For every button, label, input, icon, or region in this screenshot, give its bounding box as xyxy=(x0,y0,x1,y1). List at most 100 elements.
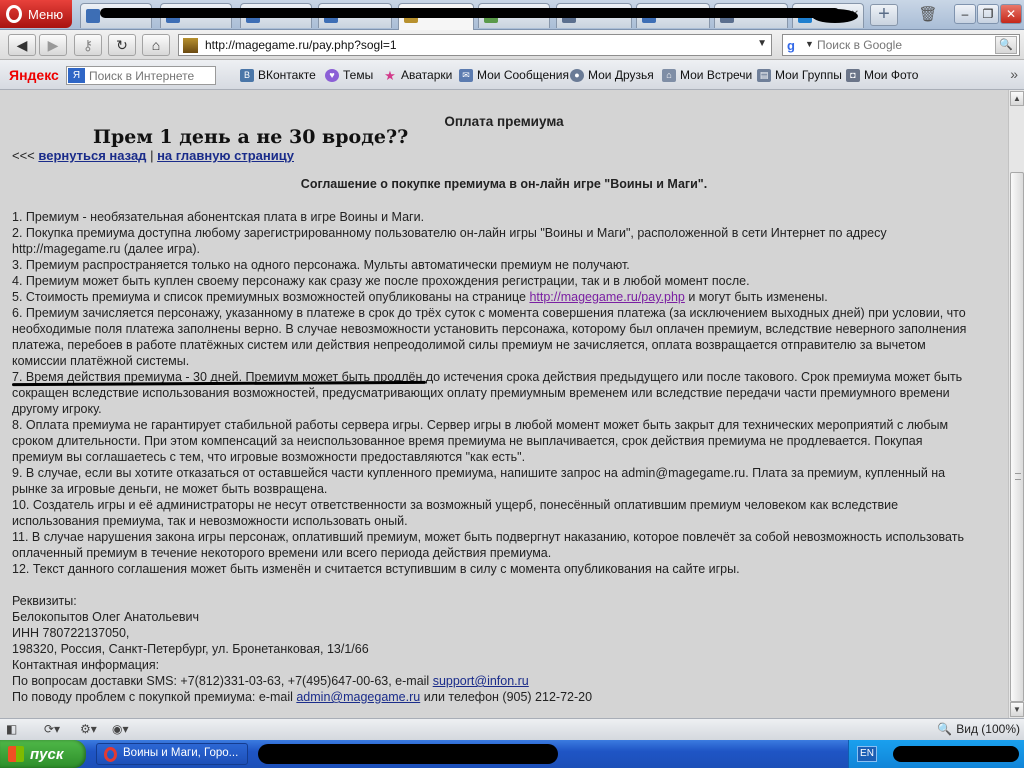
requisites-section: Реквизиты: Белокопытов Олег Анатольевич … xyxy=(12,593,974,705)
vk-icon: B xyxy=(240,68,254,82)
bookmark-vkontakte[interactable]: B ВКонтакте xyxy=(240,68,316,82)
reload-button[interactable]: ↻ xyxy=(108,34,136,56)
back-link[interactable]: вернуться назад xyxy=(38,148,146,163)
windows-logo-icon xyxy=(8,746,24,762)
sync-icon[interactable]: ⟳▾ xyxy=(44,722,60,738)
bookmark-label: Мои Встречи xyxy=(680,68,753,82)
page-viewport: Оплата премиума Прем 1 день а не 30 врод… xyxy=(0,90,1008,718)
bookmark-label: Темы xyxy=(343,68,374,82)
language-indicator[interactable]: EN xyxy=(857,746,877,762)
requisites-inn: ИНН 780722137050, xyxy=(12,626,130,640)
sms-text: По вопросам доставки SMS: +7(812)331-03-… xyxy=(12,674,433,688)
chevron-down-icon[interactable]: ▼ xyxy=(805,39,814,49)
opera-menu-button[interactable]: Меню xyxy=(0,0,72,28)
redaction-mark xyxy=(258,744,558,764)
bookmark-avatars[interactable]: ★ Аватарки xyxy=(383,68,452,82)
sms-email-link[interactable]: support@infon.ru xyxy=(433,674,529,688)
trash-icon[interactable]: 🗑 xyxy=(918,5,938,25)
requisites-address: 198320, Россия, Санкт-Петербург, ул. Бро… xyxy=(12,642,369,656)
agreement-item: 12. Текст данного соглашения может быть … xyxy=(12,562,740,576)
screen: Меню ✕ ✕ ✕ ✕ ✕ ✕ ✕ ✕ ✕ ✕ + 🗑 – ❐ ✕ ◀ ▶ ⚷… xyxy=(0,0,1024,768)
premium-text: или телефон (905) 212-72-20 xyxy=(420,690,593,704)
panel-toggle-icon[interactable]: ◧ xyxy=(6,722,17,738)
agreement-item: 6. Премиум зачисляется персонажу, указан… xyxy=(12,306,967,368)
bookmarks-bar: Яндекс Я B ВКонтакте ♥ Темы ★ Аватарки ✉ Мои… xyxy=(0,60,1024,90)
bookmark-meetings[interactable]: ⌂ Мои Встречи xyxy=(662,68,752,82)
opera-logo-icon xyxy=(6,5,22,23)
agreement-item: 11. В случае нарушения закона игры персо… xyxy=(12,530,964,560)
minimize-button[interactable]: – xyxy=(954,4,976,24)
bookmark-label: Аватарки xyxy=(401,68,453,82)
close-window-button[interactable]: ✕ xyxy=(1000,4,1022,24)
search-input[interactable] xyxy=(817,37,987,53)
back-prefix: <<< xyxy=(12,148,35,163)
google-icon: g xyxy=(787,38,795,53)
premium-text: По поводу проблем с покупкой премиума: e… xyxy=(12,690,297,704)
chevron-down-icon[interactable]: ▼ xyxy=(757,38,767,49)
bookmark-label: Мои Друзья xyxy=(588,68,654,82)
groups-icon: ▤ xyxy=(757,68,771,82)
handwritten-annotation: Прем 1 день а не 30 вроде?? xyxy=(93,126,409,148)
vertical-scrollbar[interactable]: ▲ ▼ xyxy=(1008,90,1024,718)
star-icon: ★ xyxy=(384,67,396,83)
chevron-right-icon[interactable]: » xyxy=(1010,66,1018,82)
user-icon: ● xyxy=(570,68,584,82)
taskbar-item-opera[interactable]: Воины и Маги, Горо... xyxy=(96,743,248,765)
tab-favicon-icon xyxy=(86,9,100,23)
bookmark-messages[interactable]: ✉ Мои Сообщения xyxy=(459,68,569,82)
address-bar[interactable]: http://magegame.ru/pay.php?sogl=1 ▼ xyxy=(178,34,772,56)
forward-button[interactable]: ▶ xyxy=(39,34,67,56)
agreement-item: 8. Оплата премиума не гарантирует стабил… xyxy=(12,418,949,464)
taskbar: пуск Воины и Маги, Горо... EN xyxy=(0,740,1024,768)
opera-logo-icon xyxy=(104,747,117,762)
back-links: <<< вернуться назад | на главную страниц… xyxy=(12,148,294,163)
new-tab-button[interactable]: + xyxy=(870,4,898,26)
contact-title: Контактная информация: xyxy=(12,658,160,672)
search-icon: Я xyxy=(68,68,85,83)
wand-icon[interactable]: ⚷ xyxy=(74,34,102,56)
back-button[interactable]: ◀ xyxy=(8,34,36,56)
scrollbar-thumb[interactable] xyxy=(1010,172,1024,702)
pay-page-link[interactable]: http://magegame.ru/pay.php xyxy=(529,290,684,304)
home-button[interactable]: ⌂ xyxy=(142,34,170,56)
unite-icon[interactable]: ⚙▾ xyxy=(80,722,97,738)
scroll-up-icon[interactable]: ▲ xyxy=(1010,91,1024,106)
agreement-item: 7. Время действия премиума - 30 дней. Пр… xyxy=(12,370,963,416)
zoom-icon: 🔍 xyxy=(937,722,953,736)
search-field[interactable]: g ▼ 🔍 xyxy=(782,34,1020,56)
bookmark-label: ВКонтакте xyxy=(258,68,316,82)
bookmark-friends[interactable]: ● Мои Друзья xyxy=(570,68,654,82)
zoom-control[interactable]: 🔍 Вид (100%) xyxy=(937,722,1020,736)
scroll-down-icon[interactable]: ▼ xyxy=(1010,702,1024,717)
maximize-button[interactable]: ❐ xyxy=(977,4,999,24)
heart-icon: ♥ xyxy=(325,68,339,82)
item5-text: и могут быть изменены. xyxy=(684,290,828,304)
yandex-logo[interactable]: Яндекс xyxy=(9,67,59,83)
bookmark-groups[interactable]: ▤ Мои Группы xyxy=(757,68,842,82)
agreement-item: 2. Покупка премиума доступна любому заре… xyxy=(12,226,887,256)
bookmark-label: Мои Группы xyxy=(775,68,842,82)
camera-icon: ◘ xyxy=(846,68,860,82)
admin-email-link[interactable]: admin@magegame.ru xyxy=(296,690,420,704)
agreement-item: 1. Премиум - необязательная абонентская … xyxy=(12,210,425,224)
bookmark-label: Мои Фото xyxy=(864,68,919,82)
zoom-label: Вид (100%) xyxy=(956,722,1020,736)
bookmark-photos[interactable]: ◘ Мои Фото xyxy=(846,68,918,82)
yandex-brand: Яндекс xyxy=(9,67,59,83)
envelope-icon: ✉ xyxy=(459,68,473,82)
yandex-search-input[interactable] xyxy=(89,68,213,83)
home-link[interactable]: на главную страницу xyxy=(157,148,294,163)
search-icon[interactable]: 🔍 xyxy=(995,36,1017,54)
bookmark-themes[interactable]: ♥ Темы xyxy=(325,68,373,82)
link-separator: | xyxy=(150,148,154,163)
agreement-body: 1. Премиум - необязательная абонентская … xyxy=(12,209,974,577)
agreement-item: 9. В случае, если вы хотите отказаться о… xyxy=(12,466,946,496)
sms-contact: По вопросам доставки SMS: +7(812)331-03-… xyxy=(12,673,974,689)
system-tray: EN xyxy=(848,740,1024,768)
yandex-search-field[interactable]: Я xyxy=(66,66,216,85)
turbo-icon[interactable]: ◉▾ xyxy=(112,722,129,738)
house-icon: ⌂ xyxy=(662,68,676,82)
bookmark-label: Мои Сообщения xyxy=(477,68,569,82)
agreement-title: Соглашение о покупке премиума в он-лайн … xyxy=(300,177,708,191)
start-button[interactable]: пуск xyxy=(0,740,86,768)
